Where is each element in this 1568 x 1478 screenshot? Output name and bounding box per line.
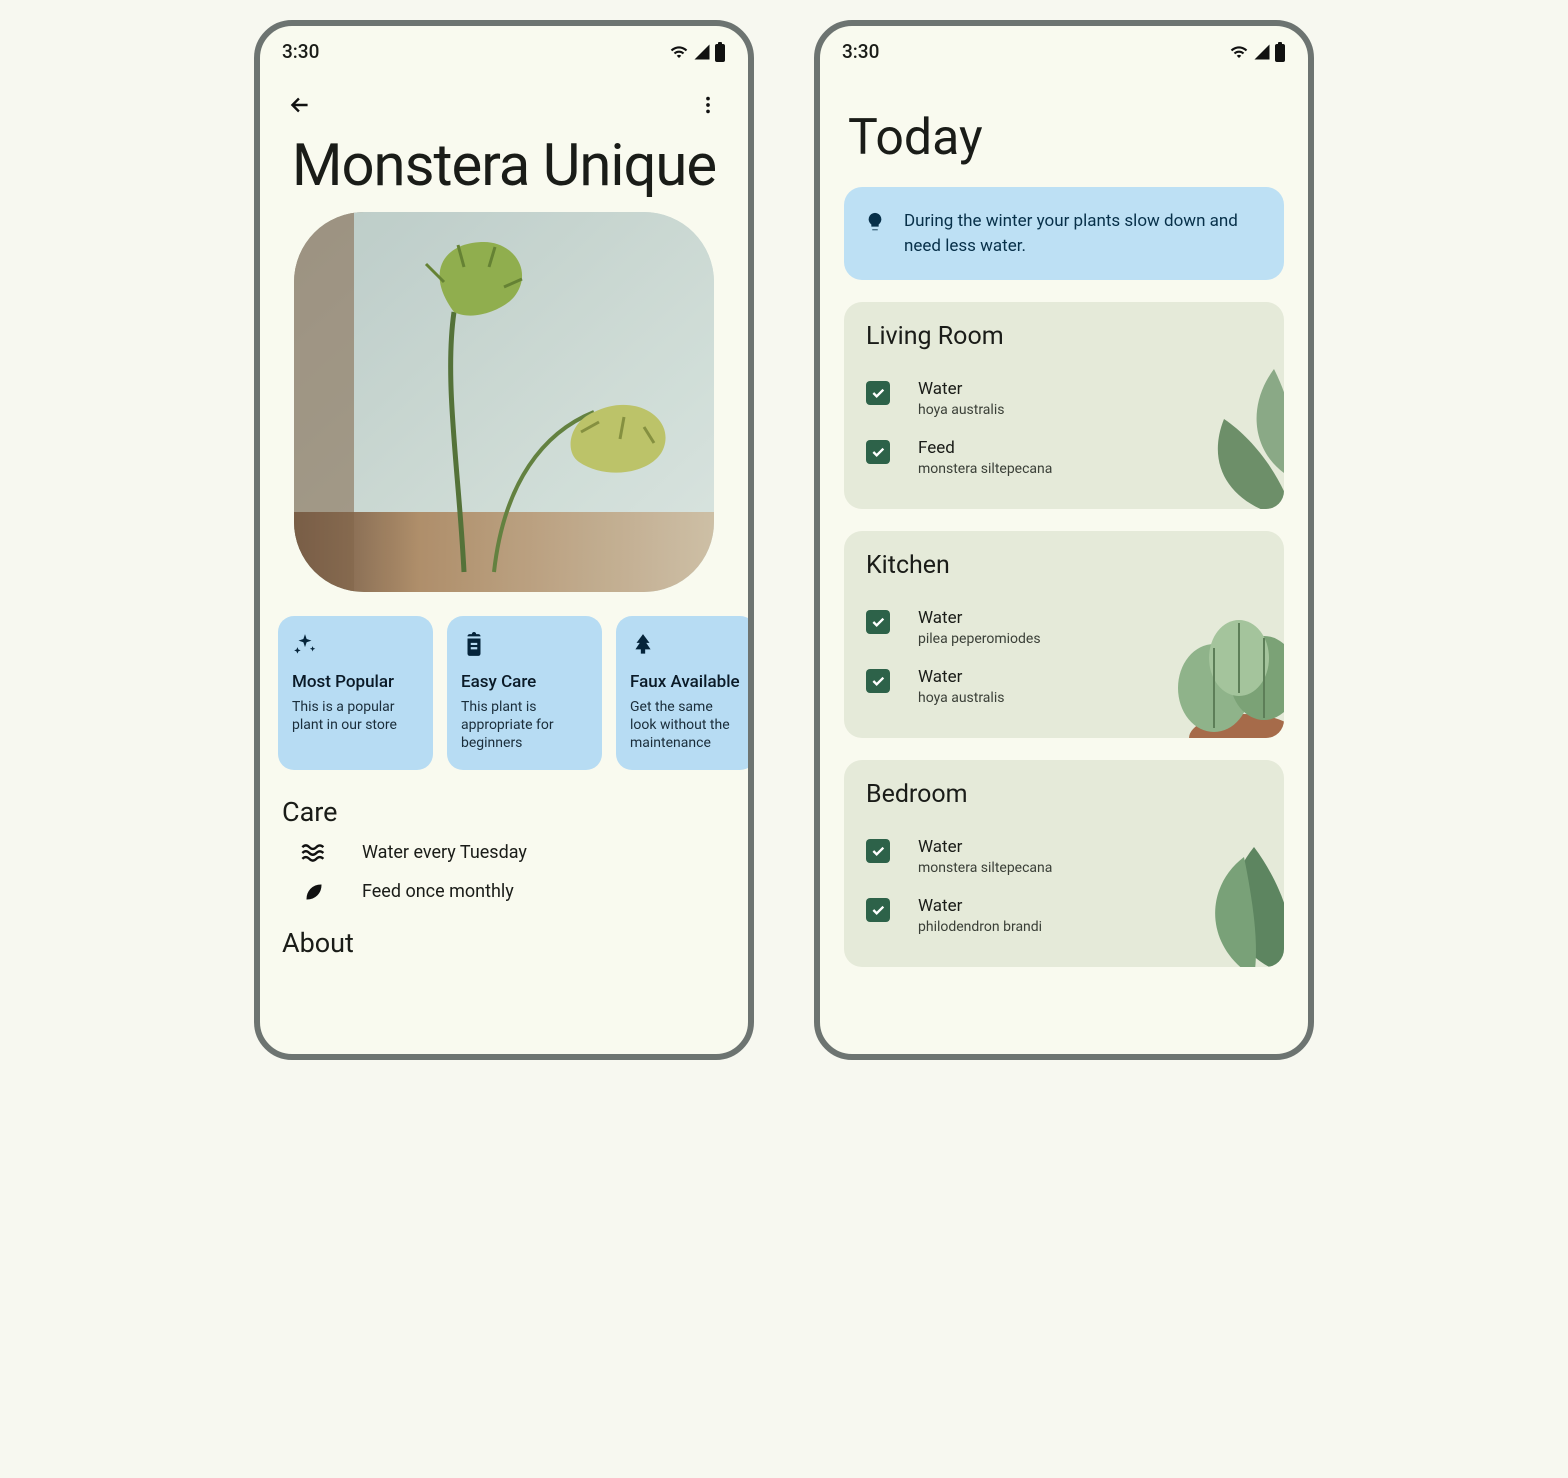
task-checkbox[interactable]: [866, 669, 890, 693]
clipboard-icon: [461, 632, 487, 658]
task-plant: hoya australis: [918, 690, 1004, 706]
status-time: 3:30: [282, 40, 319, 63]
task-plant: hoya australis: [918, 402, 1004, 418]
task-checkbox[interactable]: [866, 839, 890, 863]
task-plant: monstera siltepecana: [918, 860, 1052, 876]
task-checkbox[interactable]: [866, 440, 890, 464]
task-action: Feed: [918, 438, 1052, 458]
waves-icon: [300, 843, 328, 863]
leaf-icon: [300, 879, 328, 903]
task-action: Water: [918, 837, 1052, 857]
task-plant: philodendron brandi: [918, 919, 1042, 935]
arrow-left-icon: [287, 92, 313, 118]
chip-desc: This is a popular plant in our store: [292, 698, 419, 734]
room-name: Living Room: [866, 322, 1262, 351]
care-text: Water every Tuesday: [362, 842, 527, 863]
chip-title: Faux Available: [630, 672, 742, 692]
task-action: Water: [918, 608, 1041, 628]
more-button[interactable]: [690, 87, 726, 123]
sparkle-icon: [292, 632, 318, 658]
wifi-icon: [1228, 43, 1250, 61]
care-row-feed: Feed once monthly: [260, 871, 748, 911]
task-plant: pilea peperomiodes: [918, 631, 1041, 647]
task-row: Water monstera siltepecana: [866, 827, 1262, 886]
care-heading: Care: [260, 780, 748, 834]
tip-text: During the winter your plants slow down …: [904, 209, 1264, 258]
room-card: Bedroom Water monstera siltepecana Water phi…: [844, 760, 1284, 967]
signal-icon: [1252, 43, 1272, 61]
phone-detail: 3:30 Monstera Unique: [254, 20, 754, 1060]
chip-easy-care[interactable]: Easy Care This plant is appropriate for …: [447, 616, 602, 771]
chip-faux[interactable]: Faux Available Get the same look without…: [616, 616, 748, 771]
about-heading: About: [260, 911, 748, 965]
room-card: Kitchen Water pilea peperomiodes Water hoya …: [844, 531, 1284, 738]
task-row: Water hoya australis: [866, 657, 1262, 716]
status-time: 3:30: [842, 40, 879, 63]
room-name: Kitchen: [866, 551, 1262, 580]
status-icons: [668, 42, 726, 62]
task-row: Feed monstera siltepecana: [866, 428, 1262, 487]
chip-title: Most Popular: [292, 672, 419, 692]
task-row: Water pilea peperomiodes: [866, 598, 1262, 657]
wifi-icon: [668, 43, 690, 61]
hero-image: [294, 212, 714, 592]
battery-icon: [1274, 42, 1286, 62]
task-checkbox[interactable]: [866, 610, 890, 634]
care-text: Feed once monthly: [362, 881, 514, 902]
today-title: Today: [820, 69, 1308, 187]
statusbar: 3:30: [260, 26, 748, 69]
signal-icon: [692, 43, 712, 61]
task-action: Water: [918, 379, 1004, 399]
lightbulb-icon: [864, 211, 886, 237]
feature-chips[interactable]: Most Popular This is a popular plant in …: [260, 592, 748, 781]
battery-icon: [714, 42, 726, 62]
room-card: Living Room Water hoya australis Feed monste…: [844, 302, 1284, 509]
back-button[interactable]: [282, 87, 318, 123]
tip-card: During the winter your plants slow down …: [844, 187, 1284, 280]
task-checkbox[interactable]: [866, 898, 890, 922]
more-vert-icon: [697, 94, 719, 116]
chip-desc: This plant is appropriate for beginners: [461, 698, 588, 753]
topbar: [260, 69, 748, 129]
task-row: Water philodendron brandi: [866, 886, 1262, 945]
task-action: Water: [918, 667, 1004, 687]
task-row: Water hoya australis: [866, 369, 1262, 428]
phone-today: 3:30 Today During the winter your plants…: [814, 20, 1314, 1060]
task-action: Water: [918, 896, 1042, 916]
task-plant: monstera siltepecana: [918, 461, 1052, 477]
room-name: Bedroom: [866, 780, 1262, 809]
statusbar: 3:30: [820, 26, 1308, 69]
chip-most-popular[interactable]: Most Popular This is a popular plant in …: [278, 616, 433, 771]
page-title: Monstera Unique: [260, 129, 748, 212]
tree-icon: [630, 632, 656, 658]
status-icons: [1228, 42, 1286, 62]
chip-desc: Get the same look without the maintenanc…: [630, 698, 742, 753]
chip-title: Easy Care: [461, 672, 588, 692]
care-row-water: Water every Tuesday: [260, 834, 748, 871]
task-checkbox[interactable]: [866, 381, 890, 405]
